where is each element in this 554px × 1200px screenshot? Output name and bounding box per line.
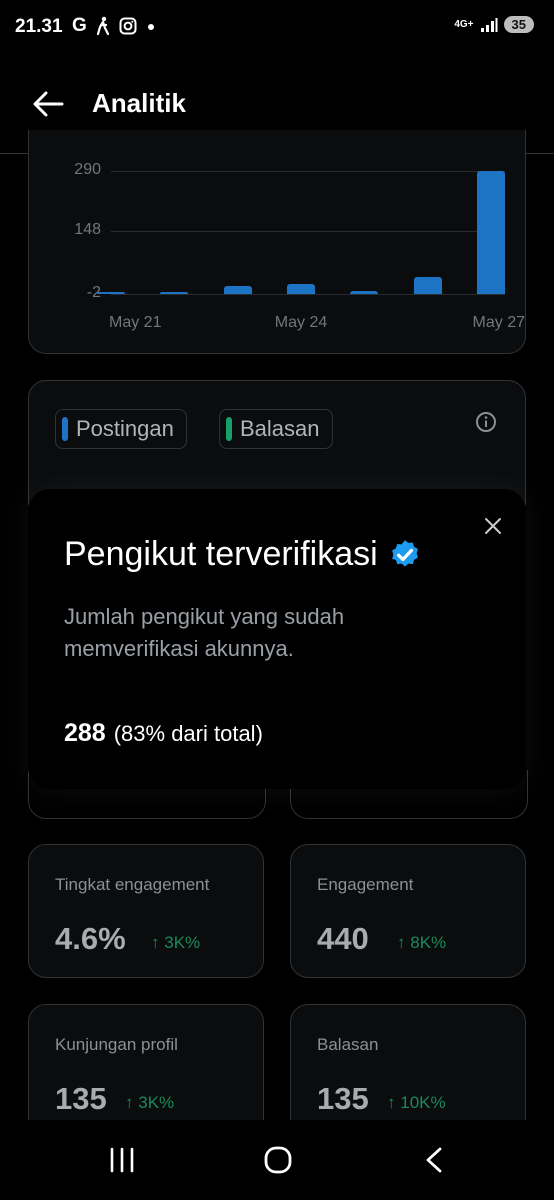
info-icon	[476, 412, 496, 432]
metric-delta-value: 3K%	[138, 1093, 175, 1112]
chart-bar[interactable]	[413, 277, 442, 294]
chart-bar[interactable]	[223, 286, 252, 294]
arrow-up-icon: ↑	[397, 933, 411, 952]
metric-card-replies[interactable]: Balasan 135 ↑ 10K%	[290, 1004, 526, 1138]
back-icon	[426, 1147, 442, 1173]
chart-gridline	[111, 171, 505, 172]
instagram-icon	[119, 17, 137, 35]
toggle-replies-label: Balasan	[240, 416, 320, 441]
toggle-posts-chip[interactable]: Postingan	[55, 409, 187, 449]
metric-delta: ↑ 3K%	[125, 1093, 174, 1113]
google-icon: G	[72, 15, 87, 36]
chart-y-tick-label: 290	[74, 161, 101, 178]
status-time: 21.31	[15, 16, 63, 37]
metric-delta: ↑ 3K%	[151, 933, 200, 953]
recent-apps-icon	[110, 1147, 134, 1173]
popup-description: Jumlah pengikut yang sudah memverifikasi…	[64, 604, 345, 661]
notification-dot-icon	[147, 24, 154, 30]
verified-followers-popup: Pengikut terverifikasi Jumlah pengikut y…	[28, 489, 526, 789]
chart-bar[interactable]	[477, 171, 505, 294]
popup-title-text: Pengikut terverifikasi	[64, 535, 378, 573]
close-button[interactable]	[482, 515, 504, 542]
metric-label: Engagement	[317, 875, 414, 894]
home-icon	[264, 1146, 292, 1174]
metric-value: 4.6%	[55, 921, 126, 956]
chart-bar[interactable]	[160, 292, 189, 294]
status-bar: 21.31 G 4G+ 35	[0, 0, 554, 52]
chart-bar[interactable]	[287, 283, 315, 294]
chart-y-tick-label: 148	[74, 220, 101, 238]
arrow-left-icon	[33, 91, 64, 117]
signal-icon	[480, 17, 498, 32]
popup-value-note: (83% dari total)	[113, 721, 263, 746]
info-button[interactable]	[475, 411, 497, 438]
metric-label: Kunjungan profil	[55, 1035, 178, 1054]
chart-x-tick-label: May 21	[109, 314, 162, 331]
home-button[interactable]	[248, 1142, 308, 1178]
metric-delta: ↑ 8K%	[397, 933, 446, 953]
metric-delta-value: 3K%	[164, 933, 201, 952]
arrow-up-icon: ↑	[387, 1093, 401, 1112]
battery-level: 35	[503, 16, 534, 33]
page-title: Analitik	[92, 88, 186, 118]
chart-x-tick-label: May 27	[472, 314, 525, 331]
arrow-up-icon: ↑	[125, 1093, 139, 1112]
metric-label: Tingkat engagement	[55, 875, 210, 894]
status-system-icons: 4G+ 35	[454, 16, 534, 33]
metric-delta-value: 10K%	[400, 1093, 446, 1112]
toggle-posts-label: Postingan	[76, 416, 174, 441]
back-button[interactable]	[28, 84, 68, 124]
chart-y-tick-label: -2	[86, 284, 101, 301]
chart-bar[interactable]	[350, 290, 379, 294]
close-icon	[485, 518, 501, 534]
verified-badge-icon	[391, 539, 418, 566]
walking-icon	[96, 16, 109, 36]
chart-bar[interactable]	[97, 292, 125, 294]
posts-chart-card: 290 148 -2 May 21 May 24 May 27	[28, 130, 526, 354]
system-nav-bar	[0, 1120, 554, 1200]
popup-title: Pengikut terverifikasi	[64, 535, 422, 574]
metric-card-engagement[interactable]: Engagement 440 ↑ 8K%	[290, 844, 526, 978]
toggle-replies-chip[interactable]: Balasan	[219, 409, 333, 449]
chart-gridline	[111, 294, 505, 295]
chart-x-tick-label: May 24	[274, 314, 328, 331]
recent-apps-button[interactable]	[92, 1142, 152, 1178]
posts-color-swatch	[62, 417, 68, 441]
metric-card-engagement-rate[interactable]: Tingkat engagement 4.6% ↑ 3K%	[28, 844, 264, 978]
arrow-up-icon: ↑	[151, 933, 165, 952]
chart-gridline	[111, 230, 505, 232]
metric-value: 440	[317, 921, 369, 956]
metric-label: Balasan	[317, 1035, 379, 1054]
network-type: 4G+	[454, 18, 474, 30]
nav-back-button[interactable]	[404, 1142, 464, 1178]
metric-card-profile-visits[interactable]: Kunjungan profil 135 ↑ 3K%	[28, 1004, 264, 1138]
replies-color-swatch	[226, 417, 232, 441]
metric-value: 135	[55, 1081, 107, 1116]
metric-delta: ↑ 10K%	[387, 1093, 446, 1113]
popup-value: 288	[64, 719, 106, 747]
metric-value: 135	[317, 1081, 369, 1116]
popup-value-row: 288 (83% dari total)	[64, 719, 263, 748]
metric-delta-value: 8K%	[410, 933, 447, 952]
status-notification-icons: G	[72, 15, 157, 37]
